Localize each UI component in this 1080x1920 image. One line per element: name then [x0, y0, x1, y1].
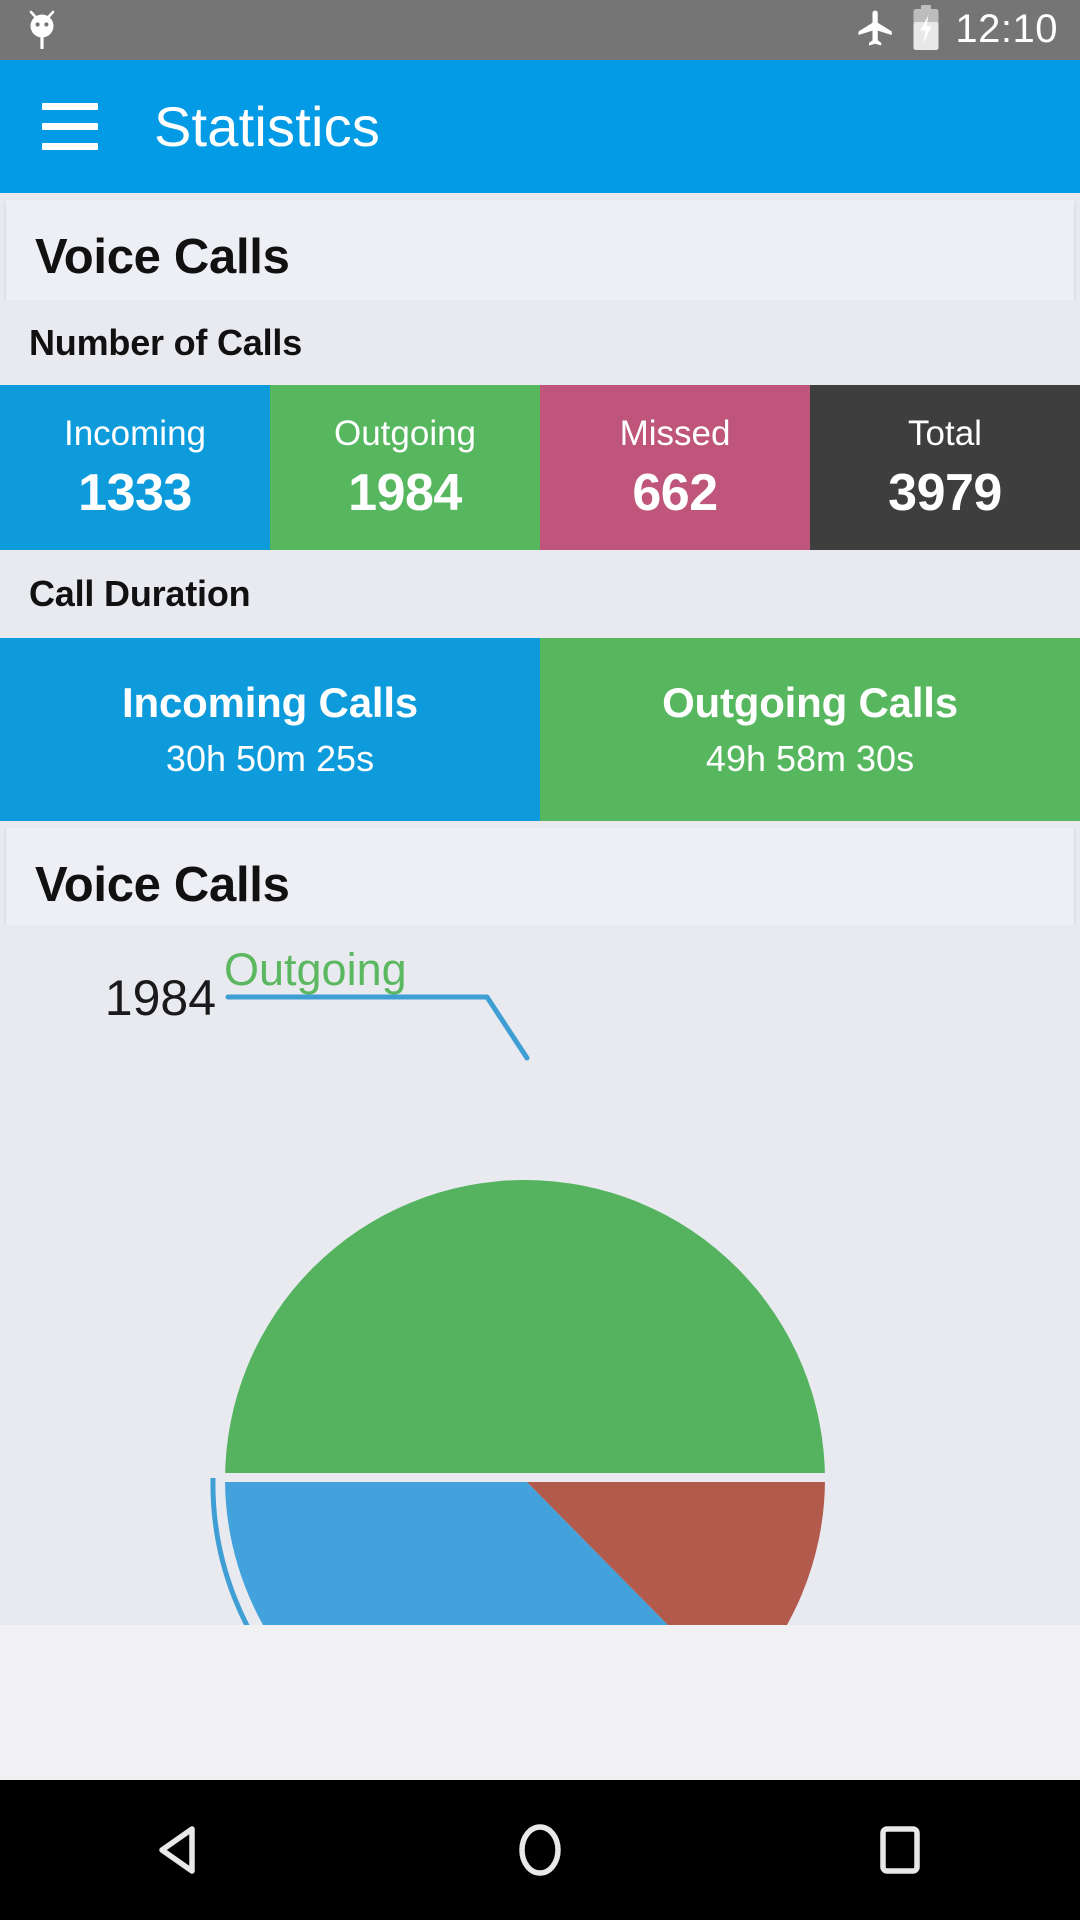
annotation-leader-line: [225, 994, 530, 1061]
back-triangle-icon[interactable]: [105, 1780, 255, 1920]
android-navigation-bar: [0, 1780, 1080, 1920]
status-bar-notifications: [22, 5, 62, 56]
call-duration-row: Incoming Calls 30h 50m 25s Outgoing Call…: [0, 638, 1080, 821]
home-circle-icon[interactable]: [465, 1780, 615, 1920]
voice-calls-pie-chart[interactable]: Outgoing 1984: [0, 925, 1080, 1625]
menu-bar-3: [42, 143, 98, 150]
phone-screen: 12:10 Statistics Voice Calls Number of C…: [0, 0, 1080, 1920]
count-card-outgoing[interactable]: Outgoing 1984: [270, 385, 540, 550]
subsection-number-of-calls: Number of Calls: [0, 300, 1080, 385]
status-bar-system-icons: 12:10: [855, 4, 1058, 56]
duration-value: 30h 50m 25s: [165, 738, 375, 779]
subsection-label: Number of Calls: [29, 321, 303, 363]
count-value: 1333: [78, 464, 192, 522]
app-bar: Statistics: [0, 60, 1080, 193]
count-card-incoming[interactable]: Incoming 1333: [0, 385, 270, 550]
content-bottom-spacer: [0, 1625, 1080, 1780]
count-value: 1984: [348, 464, 462, 522]
count-value: 662: [632, 464, 718, 522]
subsection-call-duration: Call Duration: [0, 550, 1080, 638]
duration-card-outgoing[interactable]: Outgoing Calls 49h 58m 30s: [540, 638, 1080, 821]
duration-title: Outgoing Calls: [662, 679, 958, 726]
menu-bar-2: [42, 123, 98, 130]
battery-charging-icon: [911, 4, 941, 56]
annotation-value-outgoing: 1984: [105, 970, 216, 1026]
airplane-mode-icon: [855, 7, 897, 54]
count-card-total[interactable]: Total 3979: [810, 385, 1080, 550]
count-label: Total: [908, 414, 982, 453]
scroll-content[interactable]: Voice Calls Number of Calls Incoming 133…: [0, 193, 1080, 1625]
page-title: Statistics: [154, 95, 381, 158]
duration-value: 49h 58m 30s: [705, 738, 915, 779]
count-card-missed[interactable]: Missed 662: [540, 385, 810, 550]
section-title: Voice Calls: [35, 230, 290, 284]
recents-square-icon[interactable]: [825, 1780, 975, 1920]
status-bar: 12:10: [0, 0, 1080, 60]
pie-slice-outgoing: [225, 1180, 825, 1480]
count-value: 3979: [888, 464, 1002, 522]
pie-slices: [225, 1180, 825, 1625]
call-counts-row: Incoming 1333 Outgoing 1984 Missed 662 T…: [0, 385, 1080, 550]
section-header-voice-calls-1: Voice Calls: [6, 200, 1074, 300]
bug-droid-icon: [22, 5, 62, 56]
subsection-label: Call Duration: [29, 573, 251, 614]
count-label: Incoming: [63, 414, 207, 453]
annotation-label-outgoing: Outgoing: [224, 944, 407, 995]
pie-separator: [225, 1473, 825, 1482]
count-label: Missed: [619, 414, 731, 453]
duration-card-incoming[interactable]: Incoming Calls 30h 50m 25s: [0, 638, 540, 821]
menu-bar-1: [42, 103, 98, 110]
section-header-voice-calls-2: Voice Calls: [6, 828, 1074, 925]
status-bar-clock: 12:10: [955, 7, 1058, 51]
duration-title: Incoming Calls: [122, 679, 418, 726]
count-label: Outgoing: [333, 414, 477, 453]
hamburger-menu-icon[interactable]: [22, 79, 118, 175]
